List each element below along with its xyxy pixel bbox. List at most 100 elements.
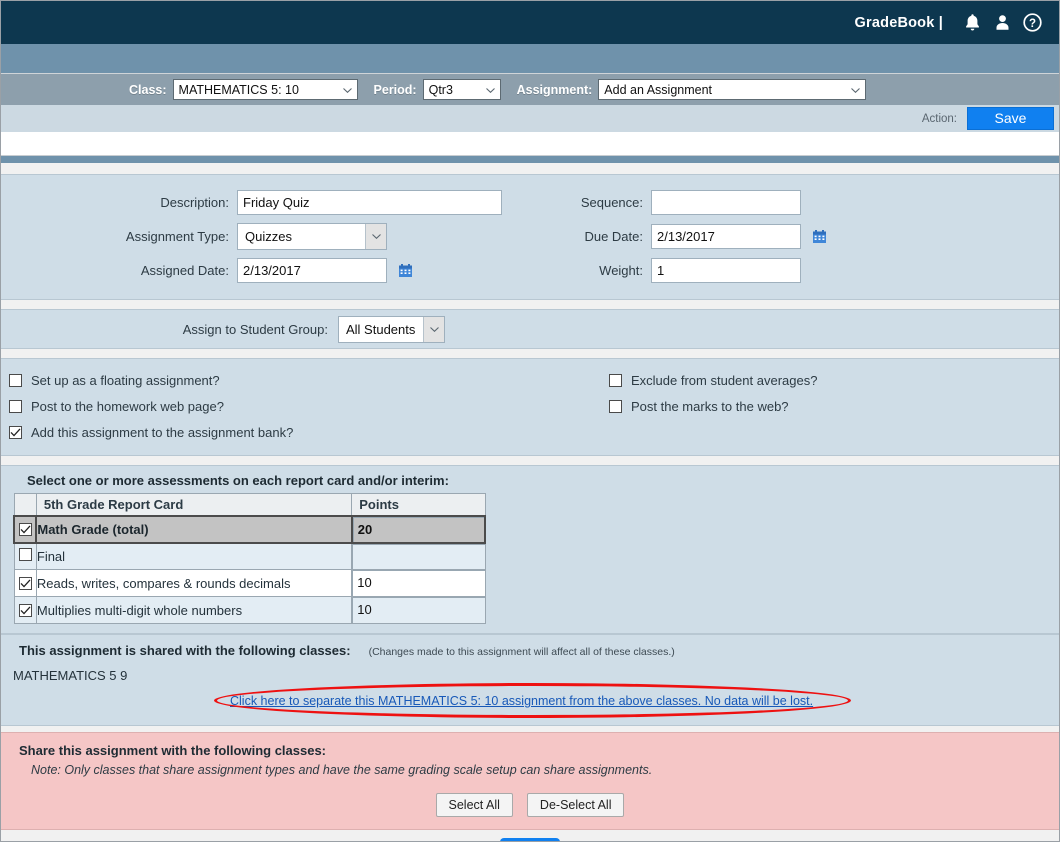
calendar-icon[interactable]: [811, 228, 827, 244]
assessment-checkbox-cell[interactable]: [12, 514, 38, 544]
chevron-down-icon: [851, 87, 861, 93]
assessment-points-cell[interactable]: 20: [350, 514, 487, 544]
option-floating-assignment[interactable]: Set up as a floating assignment?: [9, 367, 609, 393]
class-select-value: MATHEMATICS 5: 10: [178, 82, 299, 97]
assessment-checkbox-cell[interactable]: [13, 569, 37, 597]
student-group-panel: Assign to Student Group: All Students: [1, 309, 1059, 349]
separate-link-row: Click here to separate this MATHEMATICS …: [1, 683, 1059, 719]
shared-classes-heading: This assignment is shared with the follo…: [19, 643, 351, 658]
action-bar: Action: Save: [1, 105, 1059, 132]
chevron-down-icon: [423, 316, 444, 342]
chevron-down-icon: [365, 223, 386, 249]
class-label: Class:: [129, 82, 167, 97]
table-row[interactable]: Final: [13, 542, 486, 570]
help-icon[interactable]: ?: [1019, 10, 1045, 36]
calendar-icon[interactable]: [397, 262, 413, 278]
shared-classes-note: (Changes made to this assignment will af…: [368, 646, 675, 658]
due-date-input[interactable]: 2/13/2017: [651, 223, 801, 249]
option-label: Post the marks to the web?: [631, 398, 789, 414]
student-group-label: Assign to Student Group:: [182, 321, 328, 337]
assessment-name: Multiplies multi-digit whole numbers: [35, 596, 353, 624]
assessments-table: 5th Grade Report Card Points Math Grade …: [12, 493, 487, 624]
checkbox-add-to-assignment-bank[interactable]: [9, 425, 22, 439]
period-select-value: Qtr3: [428, 82, 453, 97]
assessment-points-cell[interactable]: [351, 542, 486, 570]
save-button-bottom[interactable]: Save: [500, 838, 560, 841]
share-assignment-panel: Share this assignment with the following…: [1, 732, 1059, 830]
class-select[interactable]: MATHEMATICS 5: 10: [172, 79, 358, 100]
sequence-input[interactable]: [651, 189, 801, 215]
assignment-select[interactable]: Add an Assignment: [598, 79, 867, 100]
assessments-title: Select one or more assessments on each r…: [27, 473, 449, 488]
option-post-homework-web[interactable]: Post to the homework web page?: [9, 393, 609, 419]
table-header-row: 5th Grade Report Card Points: [13, 493, 486, 516]
assigned-date-input[interactable]: 2/13/2017: [237, 257, 387, 283]
save-button-top[interactable]: Save: [967, 107, 1054, 130]
period-select[interactable]: Qtr3: [422, 79, 501, 100]
option-exclude-from-averages[interactable]: Exclude from student averages?: [609, 367, 1059, 393]
checkbox-floating-assignment[interactable]: [9, 373, 22, 387]
assessment-points-input[interactable]: 20: [352, 516, 484, 542]
panel-spacer: [1, 456, 1059, 465]
shared-classes-panel: This assignment is shared with the follo…: [1, 634, 1059, 726]
weight-row: Weight: 1: [531, 253, 1051, 287]
share-buttons: Select All De-Select All: [1, 777, 1059, 817]
deselect-all-button[interactable]: De-Select All: [526, 793, 625, 817]
assignment-type-value: Quizzes: [245, 228, 292, 244]
assessment-points-header: Points: [351, 493, 486, 516]
shared-class-item: MATHEMATICS 5 9: [13, 668, 128, 683]
checkbox-assessment[interactable]: [18, 522, 32, 536]
panel-spacer: [1, 349, 1059, 358]
student-group-value: All Students: [346, 321, 416, 337]
table-row[interactable]: Reads, writes, compares & rounds decimal…: [13, 569, 486, 597]
assessment-checkbox-cell[interactable]: [13, 542, 37, 570]
details-left-column: Description: Friday Quiz Assignment Type…: [1, 185, 531, 287]
user-icon[interactable]: [989, 10, 1015, 36]
assessment-points-input[interactable]: [352, 543, 485, 569]
assessment-name: Final: [35, 542, 353, 570]
assessment-checkbox-cell[interactable]: [13, 596, 37, 624]
assignment-type-row: Assignment Type: Quizzes: [1, 219, 531, 253]
app-header: GradeBook | ?: [1, 1, 1059, 44]
checkbox-assessment[interactable]: [18, 603, 32, 617]
chevron-down-icon: [485, 87, 495, 93]
section-divider: [1, 156, 1059, 163]
action-label: Action:: [921, 112, 957, 125]
option-label: Exclude from student averages?: [631, 372, 818, 388]
app-window: GradeBook | ? Class: MATHEMATICS 5: 10 P…: [0, 0, 1060, 842]
assessment-points-cell[interactable]: 10: [351, 596, 486, 624]
table-row[interactable]: Math Grade (total) 20: [12, 514, 487, 544]
checkbox-assessment[interactable]: [18, 548, 32, 562]
assignment-type-select[interactable]: Quizzes: [237, 222, 387, 250]
option-add-to-assignment-bank[interactable]: Add this assignment to the assignment ba…: [9, 419, 609, 445]
option-label: Add this assignment to the assignment ba…: [31, 424, 294, 440]
select-all-button[interactable]: Select All: [435, 793, 513, 817]
assessment-points-cell[interactable]: 10: [351, 569, 486, 597]
assessment-points-input[interactable]: 10: [352, 570, 485, 596]
description-input[interactable]: Friday Quiz: [237, 189, 502, 215]
table-row[interactable]: Multiplies multi-digit whole numbers 10: [13, 596, 486, 624]
option-post-marks-web[interactable]: Post the marks to the web?: [609, 393, 1059, 419]
shared-classes-heading-row: This assignment is shared with the follo…: [1, 643, 1059, 658]
assigned-date-label: Assigned Date:: [140, 262, 229, 278]
bell-icon[interactable]: [959, 10, 985, 36]
separate-assignment-link[interactable]: Click here to separate this MATHEMATICS …: [230, 694, 813, 708]
options-panel: Set up as a floating assignment? Post to…: [1, 358, 1059, 456]
description-label: Description:: [160, 194, 229, 210]
assignment-details-panel: Description: Friday Quiz Assignment Type…: [1, 174, 1059, 300]
selection-toolbar: Class: MATHEMATICS 5: 10 Period: Qtr3 As…: [1, 74, 1059, 105]
assessment-points-input[interactable]: 10: [352, 597, 485, 623]
options-right-column: Exclude from student averages? Post the …: [609, 367, 1059, 445]
description-row: Description: Friday Quiz: [1, 185, 531, 219]
sub-navigation-band: [1, 44, 1059, 74]
options-left-column: Set up as a floating assignment? Post to…: [1, 367, 609, 445]
checkbox-exclude-from-averages[interactable]: [609, 373, 622, 387]
student-group-select[interactable]: All Students: [338, 315, 445, 343]
checkbox-post-marks-web[interactable]: [609, 399, 622, 413]
content-gap: [1, 132, 1059, 156]
assessment-name: Math Grade (total): [35, 514, 353, 544]
footer-action-bar: Save: [1, 830, 1059, 841]
weight-input[interactable]: 1: [651, 257, 801, 283]
checkbox-post-homework-web[interactable]: [9, 399, 22, 413]
checkbox-assessment[interactable]: [18, 576, 32, 590]
